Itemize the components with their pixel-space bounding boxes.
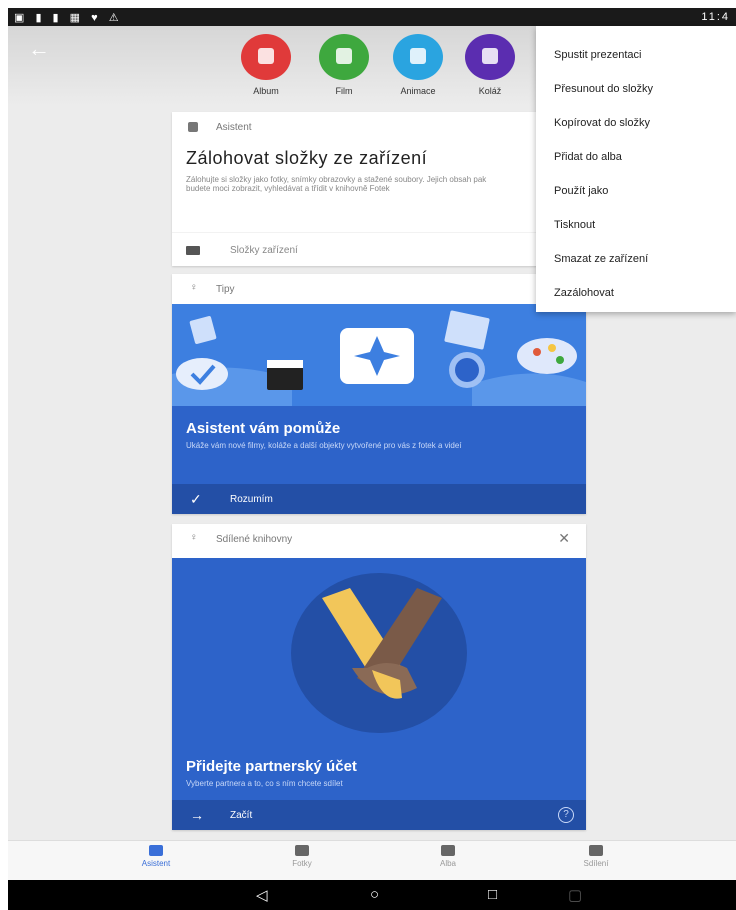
card-header: ♀ Sdílené knihovny ✕ (172, 524, 586, 552)
card-header-label: Asistent (216, 122, 252, 133)
sharing-title: Přidejte partnerský účet (186, 758, 357, 775)
close-icon[interactable]: ✕ (558, 530, 570, 547)
screenshot-icon[interactable]: ▢ (568, 886, 582, 904)
nav-label: Sdílení (583, 859, 609, 868)
nav-label: Alba (439, 859, 456, 868)
bottom-navigation: Asistent Fotky Alba Sdílení (8, 840, 736, 880)
overflow-menu: Spustit prezentaci Přesunout do složky K… (536, 26, 736, 312)
system-navigation-bar: ◁ ○ □ ▢ (8, 880, 736, 910)
nav-albums[interactable]: Alba (418, 845, 478, 868)
menu-item-back-up[interactable]: Zazálohovat (536, 276, 736, 310)
assistant-illustration (172, 304, 586, 406)
sharing-icon (589, 845, 603, 856)
tips-description: Ukáže vám nové filmy, koláže a další obj… (186, 441, 462, 450)
device-folders-label: Složky zařízení (230, 245, 298, 256)
nav-photos[interactable]: Fotky (272, 845, 332, 868)
check-icon: ✓ (190, 491, 202, 507)
create-label: Film (335, 86, 353, 96)
card-header-label: Sdílené knihovny (216, 534, 293, 545)
create-collage-button[interactable]: Koláž (460, 34, 520, 96)
sharing-body: Přidejte partnerský účet Vyberte partner… (172, 748, 586, 800)
nav-label: Asistent (141, 859, 171, 868)
nav-label: Fotky (292, 859, 312, 868)
folder-icon (186, 246, 200, 255)
arrow-right-icon: → (190, 807, 204, 823)
got-it-button[interactable]: ✓ Rozumím (172, 484, 586, 514)
menu-item-print[interactable]: Tisknout (536, 208, 736, 242)
create-label: Koláž (478, 86, 502, 96)
assistant-icon (149, 845, 163, 856)
menu-item-slideshow[interactable]: Spustit prezentaci (536, 38, 736, 72)
nav-sharing[interactable]: Sdílení (566, 845, 626, 868)
status-notification-icons: ▣ ▮ ▮ ▦ ♥ ⚠ (14, 12, 123, 24)
create-label: Animace (400, 86, 436, 96)
create-row: Album Film Animace Koláž (236, 34, 536, 100)
assistant-icon (188, 122, 198, 132)
menu-item-add-to-album[interactable]: Přidat do alba (536, 140, 736, 174)
recents-square-icon[interactable]: □ (488, 886, 497, 903)
photos-icon (295, 845, 309, 856)
create-animation-button[interactable]: Animace (388, 34, 448, 96)
status-clock: 11:4 (701, 11, 730, 23)
got-it-label: Rozumím (230, 494, 273, 505)
back-arrow-icon[interactable]: ← (28, 36, 50, 62)
sharing-description: Vyberte partnera a to, co s ním chcete s… (186, 779, 343, 788)
card-header: Asistent (172, 112, 586, 140)
device-folders-button[interactable]: Složky zařízení (172, 232, 586, 266)
nav-assistant[interactable]: Asistent (126, 845, 186, 868)
home-circle-icon[interactable]: ○ (370, 886, 379, 903)
tips-title: Asistent vám pomůže (186, 420, 341, 437)
card-title: Zálohovat složky ze zařízení (186, 148, 428, 168)
partner-sharing-card: ♀ Sdílené knihovny ✕ Přidejte partnerský… (172, 524, 586, 830)
create-album-button[interactable]: Album (236, 34, 296, 96)
card-header-label: Tipy (216, 284, 235, 295)
card-header: ♀ Tipy (172, 274, 586, 302)
tips-card: ♀ Tipy Asistent vám pomůže Ukáže vám nov… (172, 274, 586, 514)
back-triangle-icon[interactable]: ◁ (256, 886, 268, 904)
photos-screen: ▣ ▮ ▮ ▦ ♥ ⚠ 11:4 ← Album Film Animace Ko… (8, 8, 736, 910)
partner-illustration (172, 558, 586, 748)
menu-item-move-to-folder[interactable]: Přesunout do složky (536, 72, 736, 106)
status-bar: ▣ ▮ ▮ ▦ ♥ ⚠ 11:4 (8, 8, 736, 26)
help-icon[interactable]: ? (558, 807, 574, 823)
menu-item-copy-to-folder[interactable]: Kopírovat do složky (536, 106, 736, 140)
film-icon (319, 34, 369, 80)
create-label: Album (253, 86, 279, 96)
card-description: Zálohujte si složky jako fotky, snímky o… (186, 175, 487, 193)
create-film-button[interactable]: Film (314, 34, 374, 96)
menu-item-use-as[interactable]: Použít jako (536, 174, 736, 208)
animation-icon (393, 34, 443, 80)
menu-item-delete-from-device[interactable]: Smazat ze zařízení (536, 242, 736, 276)
start-button[interactable]: → Začít ? (172, 800, 586, 830)
tips-body: Asistent vám pomůže Ukáže vám nové filmy… (172, 406, 586, 484)
collage-icon (465, 34, 515, 80)
start-label: Začít (230, 810, 253, 821)
bulb-icon: ♀ (190, 532, 198, 543)
bulb-icon: ♀ (190, 282, 198, 293)
album-icon (241, 34, 291, 80)
backup-folders-card: Asistent Zálohovat složky ze zařízení Zá… (172, 112, 586, 266)
albums-icon (441, 845, 455, 856)
